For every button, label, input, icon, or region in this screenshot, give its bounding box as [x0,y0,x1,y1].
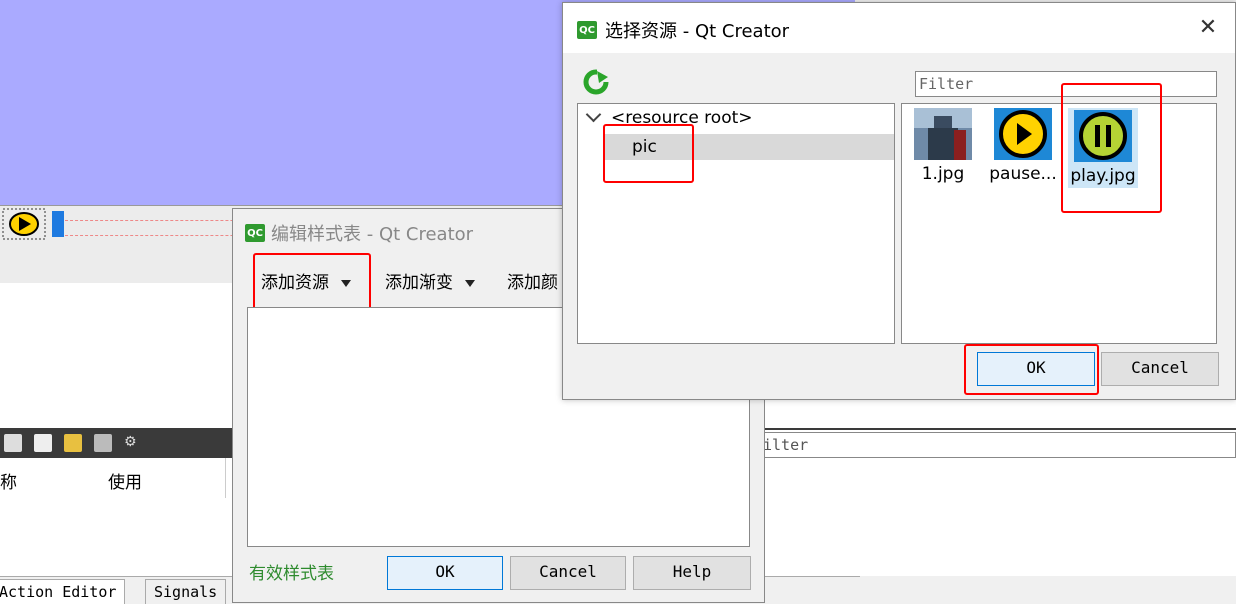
highlight-box [253,253,371,314]
highlight-box [964,344,1099,395]
slider-handle[interactable] [52,211,64,237]
file-name: 1.jpg [921,164,965,184]
new-action-icon[interactable] [4,434,22,452]
chevron-down-icon [465,279,475,287]
close-icon[interactable]: ✕ [1193,13,1223,43]
add-gradient-label: 添加渐变 [385,273,453,293]
resource-file-list: 1.jpg pause... play.jpg [901,103,1217,344]
play-button-widget[interactable] [2,208,46,240]
tab-signals[interactable]: Signals [145,579,227,604]
qt-creator-icon: QC [245,224,265,242]
action-table: 称 使用 [0,458,240,576]
dialog-title: QC 选择资源 - Qt Creator [577,17,789,43]
file-item[interactable]: 1.jpg [908,108,978,184]
cancel-button[interactable]: Cancel [510,556,626,590]
copy-icon[interactable] [34,434,52,452]
dialog-title-text: 编辑样式表 - Qt Creator [271,224,474,245]
qt-creator-icon: QC [577,21,597,39]
lower-panel [760,460,1236,576]
tab-action-editor[interactable]: Action Editor [0,579,126,604]
chevron-down-icon[interactable] [585,106,602,123]
action-editor-toolbar: ⚙ [0,428,240,458]
ok-button[interactable]: OK [387,556,503,590]
add-gradient-menu[interactable]: 添加渐变 [385,269,475,297]
add-color-label: 添加颜 [507,273,558,293]
paste-icon[interactable] [64,434,82,452]
dialog-title: QC 编辑样式表 - Qt Creator [245,219,473,247]
file-name: pause... [989,164,1057,184]
file-item[interactable]: pause... [988,108,1058,184]
filter-input[interactable]: ilter [760,432,1236,458]
column-used: 使用 [108,473,142,493]
play-button-thumbnail-icon [994,108,1052,160]
highlight-box [603,124,694,183]
reload-icon[interactable] [583,69,609,95]
valid-stylesheet-status: 有效样式表 [249,564,334,584]
delete-icon[interactable] [94,434,112,452]
dialog-title-text: 选择资源 - Qt Creator [605,21,790,42]
highlight-box [1061,83,1162,213]
help-button[interactable]: Help [633,556,751,590]
cancel-button[interactable]: Cancel [1101,352,1219,386]
select-resource-dialog: QC 选择资源 - Qt Creator ✕ Filter <resource … [562,2,1236,400]
play-icon [2,208,46,240]
thor-thumbnail-icon [914,108,972,160]
designer-panel [0,283,240,428]
column-name: 称 [0,473,17,493]
configure-icon[interactable]: ⚙ [124,434,142,452]
add-color-menu[interactable]: 添加颜 [507,269,558,297]
